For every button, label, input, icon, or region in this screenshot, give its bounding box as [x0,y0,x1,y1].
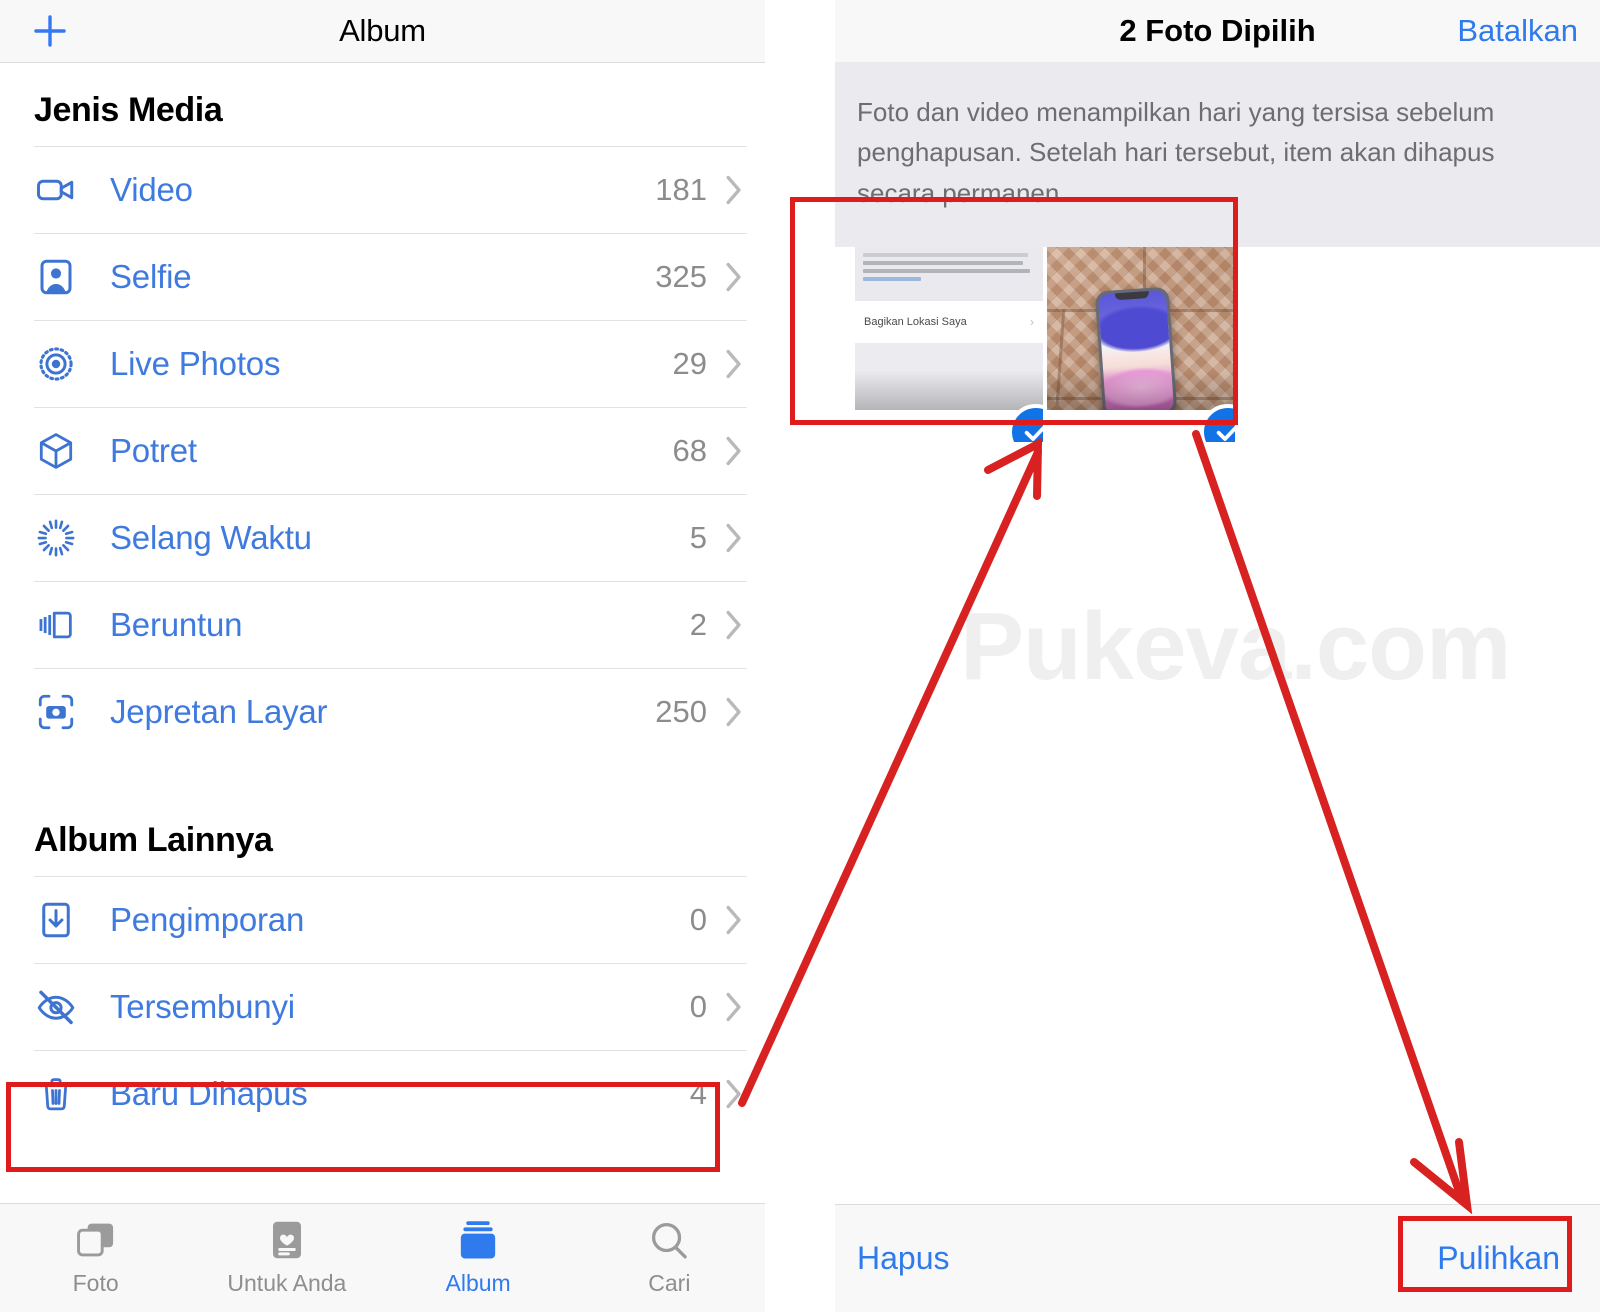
list-item-count: 29 [672,345,707,381]
selfie-portrait-icon [28,256,84,298]
list-item-count: 0 [689,988,707,1024]
list-item-count: 0 [689,901,707,937]
other-albums-list: Pengimporan 0 Tersembunyi 0 Baru Dihapus… [0,876,765,1137]
plus-icon[interactable] [28,9,72,53]
list-item-label: Jepretan Layar [110,692,328,730]
list-item-video[interactable]: Video 181 [0,146,765,233]
tab-album[interactable]: Album [383,1204,574,1312]
list-item-label: Potret [110,431,197,469]
list-item-count: 68 [672,432,707,468]
tab-foto[interactable]: Foto [0,1204,191,1312]
chevron-right-icon [725,905,743,935]
list-item-label: Baru Dihapus [110,1074,308,1112]
list-item-label: Tersembunyi [110,987,295,1025]
selection-toolbar: Hapus Pulihkan [835,1204,1600,1312]
list-item-baru-dihapus[interactable]: Baru Dihapus 4 [0,1050,765,1137]
video-camera-icon [28,169,84,211]
list-item-label: Selang Waktu [110,518,312,556]
tab-cari[interactable]: Cari [574,1204,765,1312]
chevron-right-icon [725,610,743,640]
list-item-count: 181 [655,171,707,207]
media-types-list: Video 181 Selfie 325 Live Photos 29 Potr… [0,146,765,755]
tab-label: Foto [72,1270,119,1296]
trash-icon [28,1073,84,1115]
left-phone-screen: Album Jenis Media Video 181 Selfie 325 L… [0,0,765,1312]
empty-photo-area [835,410,1600,1204]
screenshot-root: Album Jenis Media Video 181 Selfie 325 L… [0,0,1600,1312]
list-item-count: 4 [689,1075,707,1111]
list-item-label: Video [110,170,193,208]
list-item-pengimporan[interactable]: Pengimporan 0 [0,876,765,963]
left-nav-bar: Album [0,0,765,63]
chevron-right-icon [725,1079,743,1109]
tab-label: Untuk Anda [227,1270,347,1296]
list-item-label: Live Photos [110,344,281,382]
thumb1-settings-header [855,246,1043,301]
phone-notch [1114,290,1150,301]
tab-label: Album [445,1270,511,1296]
tab-label: Cari [648,1270,691,1296]
hidden-eye-icon [28,986,84,1028]
list-item-label: Selfie [110,257,192,295]
list-item-label: Pengimporan [110,900,305,938]
for-you-card-icon [269,1219,305,1261]
selection-count-title: 2 Foto Dipilih [1119,13,1316,48]
list-item-count: 5 [689,519,707,555]
restore-button-wrap: Pulihkan [1419,1228,1578,1289]
list-item-count: 2 [689,606,707,642]
restore-button[interactable]: Pulihkan [1437,1240,1560,1277]
tab-untuk-anda[interactable]: Untuk Anda [191,1204,382,1312]
list-item-live-photos[interactable]: Live Photos 29 [0,320,765,407]
chevron-right-icon [725,436,743,466]
chevron-right-icon [725,992,743,1022]
chevron-right-icon [725,175,743,205]
list-item-jepretan-layar[interactable]: Jepretan Layar 250 [0,668,765,755]
list-item-selang-waktu[interactable]: Selang Waktu 5 [0,494,765,581]
list-item-label: Beruntun [110,605,243,643]
page-title: Album [339,13,426,48]
live-photos-icon [28,343,84,385]
list-item-tersembunyi[interactable]: Tersembunyi 0 [0,963,765,1050]
watermark: Pukeva.com [960,593,1511,700]
bottom-tab-bar: Foto Untuk Anda Album Cari [0,1203,765,1312]
list-item-count: 250 [655,693,707,729]
list-item-selfie[interactable]: Selfie 325 [0,233,765,320]
photos-stack-icon [74,1219,118,1261]
list-item-potret[interactable]: Potret 68 [0,407,765,494]
chevron-right-icon [725,523,743,553]
delete-button[interactable]: Hapus [857,1240,950,1277]
cancel-button[interactable]: Batalkan [1457,13,1578,49]
chevron-right-icon [725,697,743,727]
chevron-right-icon [725,262,743,292]
section-header-media-types: Jenis Media [34,91,223,129]
import-icon [28,899,84,941]
portrait-cube-icon [28,430,84,472]
thumb1-settings-row: Bagikan Lokasi Saya › [855,300,1043,343]
list-item-beruntun[interactable]: Beruntun 2 [0,581,765,668]
deletion-notice-text: Foto dan video menampilkan hari yang ter… [835,62,1600,247]
time-lapse-icon [28,517,84,559]
right-nav-bar: 2 Foto Dipilih Batalkan [835,0,1600,62]
screenshot-icon [28,691,84,733]
thumb1-row-label: Bagikan Lokasi Saya [864,315,967,328]
burst-icon [28,604,84,646]
list-item-count: 325 [655,258,707,294]
chevron-right-icon: › [1030,314,1034,329]
section-header-other-albums: Album Lainnya [34,821,273,859]
albums-icon [456,1219,500,1261]
chevron-right-icon [725,349,743,379]
search-icon [648,1219,690,1261]
